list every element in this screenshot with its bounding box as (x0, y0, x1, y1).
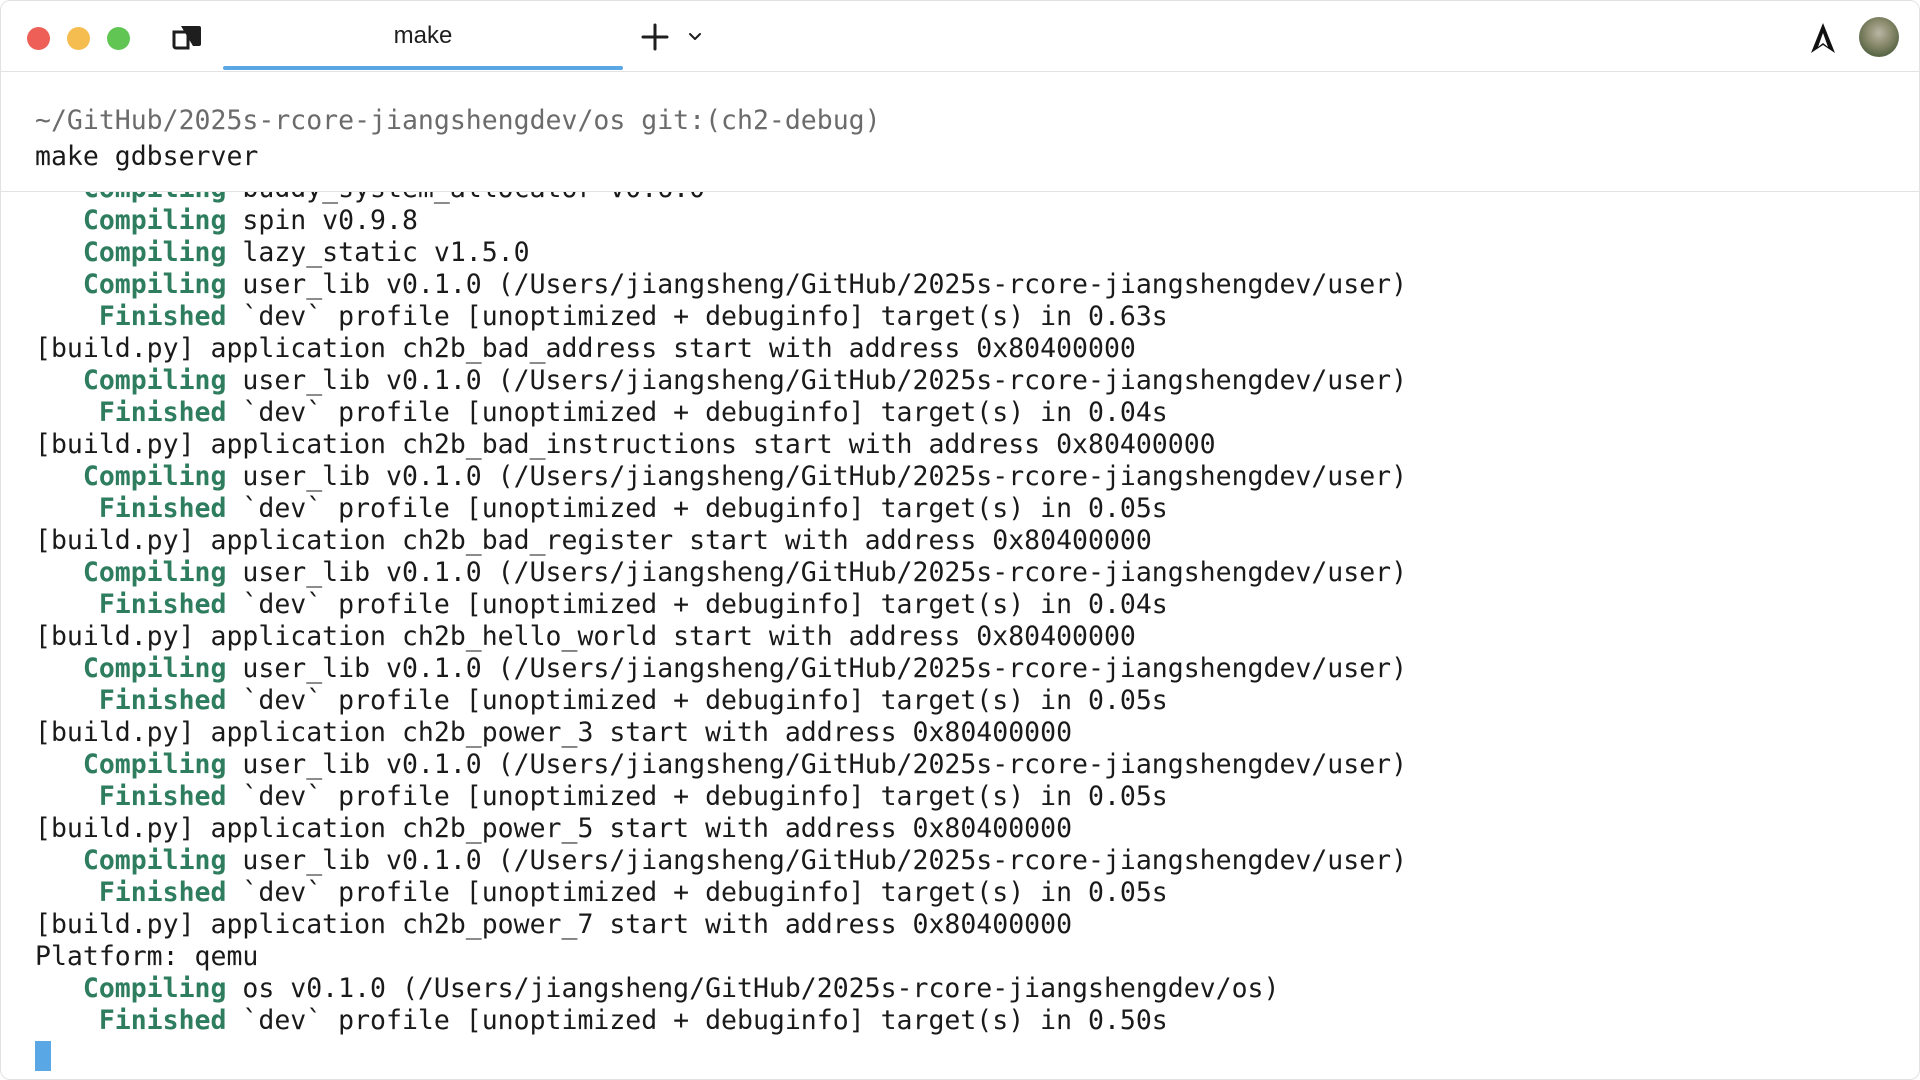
line-text: lazy_static v1.5.0 (226, 237, 530, 268)
status-keyword: Compiling (35, 237, 227, 268)
output-line: Compiling user_lib v0.1.0 (/Users/jiangs… (35, 269, 1407, 301)
line-text: `dev` profile [unoptimized + debuginfo] … (226, 589, 1168, 620)
output-line: [build.py] application ch2b_power_5 star… (35, 813, 1407, 845)
output-line: [build.py] application ch2b_bad_address … (35, 333, 1407, 365)
line-text: user_lib v0.1.0 (/Users/jiangsheng/GitHu… (226, 269, 1408, 300)
tab-title: make (393, 22, 453, 49)
status-keyword: Compiling (35, 845, 227, 876)
status-keyword: Compiling (35, 192, 227, 204)
command-text: make gdbserver (35, 141, 259, 172)
output-line: Compiling spin v0.9.8 (35, 205, 1407, 237)
output-line: Finished `dev` profile [unoptimized + de… (35, 1005, 1407, 1037)
output-line: Compiling user_lib v0.1.0 (/Users/jiangs… (35, 365, 1407, 397)
line-text: user_lib v0.1.0 (/Users/jiangsheng/GitHu… (226, 557, 1408, 588)
line-text: user_lib v0.1.0 (/Users/jiangsheng/GitHu… (226, 365, 1408, 396)
line-text: Platform: qemu (35, 941, 259, 972)
line-text: [build.py] application ch2b_power_7 star… (35, 909, 1073, 940)
output-line: Finished `dev` profile [unoptimized + de… (35, 781, 1407, 813)
status-keyword: Finished (35, 1005, 227, 1036)
output-line: [build.py] application ch2b_bad_register… (35, 525, 1407, 557)
tab-make[interactable]: make (223, 1, 623, 71)
output-line: [build.py] application ch2b_power_3 star… (35, 717, 1407, 749)
output-line: [build.py] application ch2b_power_7 star… (35, 909, 1407, 941)
output-line: Finished `dev` profile [unoptimized + de… (35, 877, 1407, 909)
line-text: [build.py] application ch2b_bad_instruct… (35, 429, 1216, 460)
line-text: spin v0.9.8 (226, 205, 418, 236)
status-keyword: Compiling (35, 653, 227, 684)
status-keyword: Compiling (35, 749, 227, 780)
status-keyword: Compiling (35, 205, 227, 236)
user-avatar[interactable] (1859, 17, 1899, 57)
prompt-path: ~/GitHub/2025s-rcore-jiangshengdev/os gi… (35, 105, 881, 136)
chevron-down-icon[interactable] (687, 29, 703, 45)
active-tab-indicator (223, 66, 623, 70)
status-keyword: Compiling (35, 461, 227, 492)
line-text: `dev` profile [unoptimized + debuginfo] … (226, 685, 1168, 716)
line-text: buddy_system_allocator v0.6.0 (226, 192, 705, 204)
status-keyword: Finished (35, 685, 227, 716)
status-keyword: Compiling (35, 269, 227, 300)
output-line: Compiling user_lib v0.1.0 (/Users/jiangs… (35, 557, 1407, 589)
line-text: [build.py] application ch2b_bad_register… (35, 525, 1152, 556)
status-keyword: Compiling (35, 557, 227, 588)
sidebar-toggle-icon[interactable] (171, 23, 203, 51)
status-keyword: Finished (35, 589, 227, 620)
output-line: Finished `dev` profile [unoptimized + de… (35, 493, 1407, 525)
terminal-window: make ~/GitHub/2025s-rcore-jiangshengdev/… (0, 0, 1920, 1080)
command-header: ~/GitHub/2025s-rcore-jiangshengdev/os gi… (1, 72, 1919, 192)
status-keyword: Finished (35, 301, 227, 332)
output-line: Finished `dev` profile [unoptimized + de… (35, 301, 1407, 333)
status-keyword: Finished (35, 877, 227, 908)
status-keyword: Finished (35, 781, 227, 812)
output-line: [build.py] application ch2b_bad_instruct… (35, 429, 1407, 461)
output-lines: Compiling buddy_system_allocator v0.6.0 … (35, 192, 1407, 1037)
line-text: [build.py] application ch2b_bad_address … (35, 333, 1136, 364)
line-text: `dev` profile [unoptimized + debuginfo] … (226, 301, 1168, 332)
line-text: `dev` profile [unoptimized + debuginfo] … (226, 493, 1168, 524)
status-keyword: Compiling (35, 973, 227, 1004)
output-line: Compiling user_lib v0.1.0 (/Users/jiangs… (35, 461, 1407, 493)
line-text: user_lib v0.1.0 (/Users/jiangsheng/GitHu… (226, 845, 1408, 876)
line-text: `dev` profile [unoptimized + debuginfo] … (226, 781, 1168, 812)
line-text: `dev` profile [unoptimized + debuginfo] … (226, 877, 1168, 908)
plus-icon[interactable] (639, 21, 671, 53)
close-window-button[interactable] (27, 27, 50, 50)
status-keyword: Finished (35, 397, 227, 428)
line-text: [build.py] application ch2b_hello_world … (35, 621, 1136, 652)
line-text: user_lib v0.1.0 (/Users/jiangsheng/GitHu… (226, 461, 1408, 492)
output-line: [build.py] application ch2b_hello_world … (35, 621, 1407, 653)
text-cursor (35, 1041, 51, 1071)
line-text: `dev` profile [unoptimized + debuginfo] … (226, 397, 1168, 428)
line-text: os v0.1.0 (/Users/jiangsheng/GitHub/2025… (226, 973, 1280, 1004)
title-bar: make (1, 1, 1919, 72)
line-text: `dev` profile [unoptimized + debuginfo] … (226, 1005, 1168, 1036)
line-text: user_lib v0.1.0 (/Users/jiangsheng/GitHu… (226, 653, 1408, 684)
output-line: Compiling os v0.1.0 (/Users/jiangsheng/G… (35, 973, 1407, 1005)
output-line: Finished `dev` profile [unoptimized + de… (35, 589, 1407, 621)
minimize-window-button[interactable] (67, 27, 90, 50)
terminal-output[interactable]: Compiling buddy_system_allocator v0.6.0 … (1, 192, 1919, 1079)
output-line: Compiling user_lib v0.1.0 (/Users/jiangs… (35, 749, 1407, 781)
output-line: Compiling buddy_system_allocator v0.6.0 (35, 192, 1407, 205)
agent-mode-icon[interactable] (1809, 21, 1837, 55)
output-line: Compiling user_lib v0.1.0 (/Users/jiangs… (35, 845, 1407, 877)
line-text: [build.py] application ch2b_power_3 star… (35, 717, 1073, 748)
line-text: [build.py] application ch2b_power_5 star… (35, 813, 1073, 844)
line-text: user_lib v0.1.0 (/Users/jiangsheng/GitHu… (226, 749, 1408, 780)
output-line: Compiling lazy_static v1.5.0 (35, 237, 1407, 269)
output-line: Compiling user_lib v0.1.0 (/Users/jiangs… (35, 653, 1407, 685)
zoom-window-button[interactable] (107, 27, 130, 50)
output-line: Finished `dev` profile [unoptimized + de… (35, 397, 1407, 429)
output-line: Finished `dev` profile [unoptimized + de… (35, 685, 1407, 717)
status-keyword: Finished (35, 493, 227, 524)
output-line: Platform: qemu (35, 941, 1407, 973)
status-keyword: Compiling (35, 365, 227, 396)
